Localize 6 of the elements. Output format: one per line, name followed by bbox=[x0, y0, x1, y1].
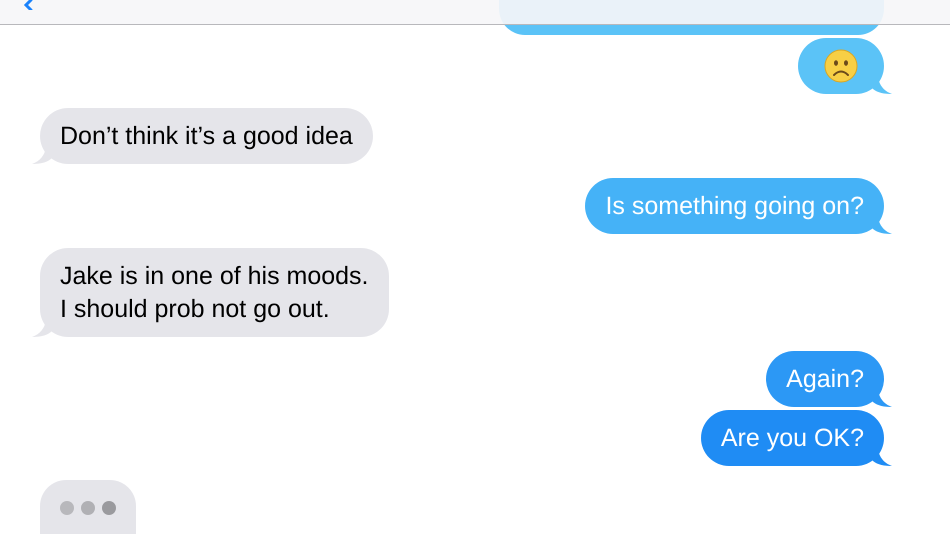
message-bubble: Don’t think it’s a good idea bbox=[40, 108, 373, 164]
message-bubble: Again? bbox=[766, 351, 884, 407]
message-bubble: Is something going on? bbox=[585, 178, 884, 234]
message-bubble: Jake is in one of his moods. I should prob not go out. bbox=[40, 248, 388, 337]
frowning-face-icon bbox=[824, 49, 858, 83]
message-bubble: Are you OK? bbox=[700, 410, 884, 466]
